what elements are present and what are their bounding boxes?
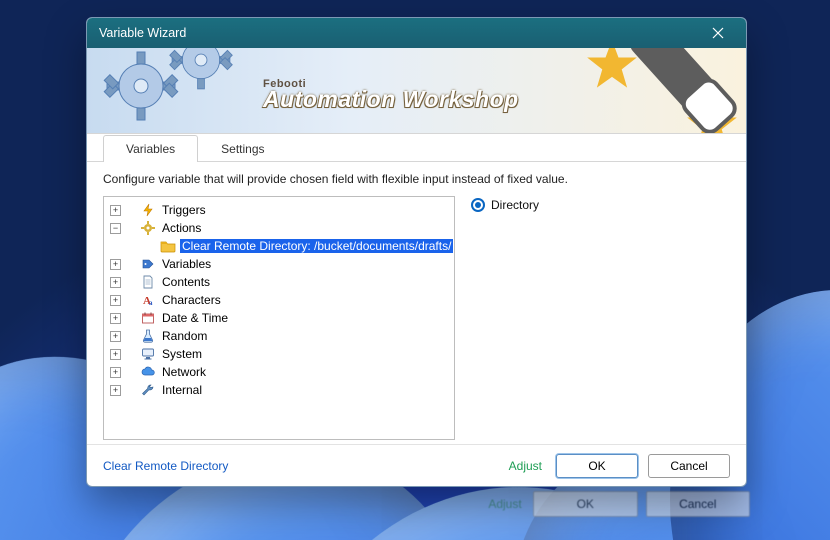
tree-node-actions[interactable]: − Actions: [106, 219, 452, 237]
calendar-icon: [140, 310, 156, 326]
tree-node-characters[interactable]: + Aa Characters: [106, 291, 452, 309]
brand-title: Automation Workshop: [263, 86, 519, 113]
expand-icon[interactable]: +: [110, 313, 121, 324]
ok-button[interactable]: OK: [556, 454, 638, 478]
tree-node-label-selected: Clear Remote Directory: /bucket/document…: [180, 239, 453, 253]
letter-icon: Aa: [140, 292, 156, 308]
monitor-icon: [140, 346, 156, 362]
tag-icon: [140, 256, 156, 272]
window-title: Variable Wizard: [99, 26, 696, 40]
banner: Febooti Automation Workshop: [87, 48, 746, 134]
tree-node-system[interactable]: + System: [106, 345, 452, 363]
radio-directory-label: Directory: [491, 198, 539, 212]
svg-text:a: a: [149, 299, 153, 307]
expand-icon[interactable]: +: [110, 277, 121, 288]
close-icon: [712, 27, 724, 39]
tree-node-contents[interactable]: + Contents: [106, 273, 452, 291]
tree-node-clear-remote-directory[interactable]: Clear Remote Directory: /bucket/document…: [126, 237, 452, 255]
expand-icon[interactable]: +: [110, 259, 121, 270]
expand-icon[interactable]: +: [110, 295, 121, 306]
titlebar[interactable]: Variable Wizard: [87, 18, 746, 48]
collapse-icon[interactable]: −: [110, 223, 121, 234]
tree-node-datetime[interactable]: + Date & Time: [106, 309, 452, 327]
expand-icon[interactable]: +: [110, 367, 121, 378]
desktop-background: Adjust OK Cancel Variable Wizard: [0, 0, 830, 540]
adjust-link[interactable]: Adjust: [505, 459, 546, 473]
description-text: Configure variable that will provide cho…: [103, 170, 730, 196]
folder-icon: [160, 238, 176, 254]
expand-icon[interactable]: +: [110, 205, 121, 216]
footer-link[interactable]: Clear Remote Directory: [103, 459, 495, 473]
cloud-icon: [140, 364, 156, 380]
radio-selected-icon: [471, 198, 485, 212]
background-dialog-buttons: Adjust OK Cancel: [485, 491, 750, 517]
document-icon: [140, 274, 156, 290]
tab-variables[interactable]: Variables: [103, 135, 198, 162]
tree-node-triggers[interactable]: + Triggers: [106, 201, 452, 219]
variable-wizard-dialog: Variable Wizard: [86, 17, 747, 487]
tab-strip: Variables Settings: [87, 134, 746, 162]
gears-icon: [93, 48, 273, 134]
tree-node-network[interactable]: + Network: [106, 363, 452, 381]
lightning-icon: [140, 202, 156, 218]
dialog-footer: Clear Remote Directory Adjust OK Cancel: [87, 444, 746, 486]
cancel-button[interactable]: Cancel: [648, 454, 730, 478]
tree-node-variables[interactable]: + Variables: [106, 255, 452, 273]
tree-panel[interactable]: + Triggers −: [103, 196, 455, 440]
tab-settings[interactable]: Settings: [198, 135, 287, 162]
wrench-icon: [140, 382, 156, 398]
expand-icon[interactable]: +: [110, 385, 121, 396]
tree-node-random[interactable]: + Random: [106, 327, 452, 345]
flask-icon: [140, 328, 156, 344]
radio-directory[interactable]: Directory: [471, 198, 730, 212]
tree-node-internal[interactable]: + Internal: [106, 381, 452, 399]
expand-icon[interactable]: +: [110, 349, 121, 360]
options-panel: Directory: [471, 196, 730, 440]
close-button[interactable]: [696, 19, 740, 47]
expand-icon[interactable]: +: [110, 331, 121, 342]
gear-small-icon: [140, 220, 156, 236]
